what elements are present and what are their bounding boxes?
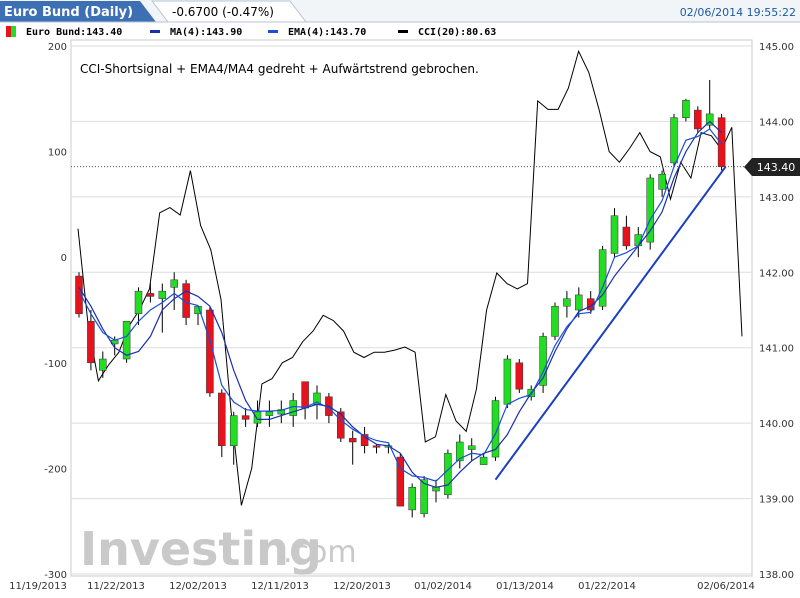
date-tick-label: 11/19/2013	[9, 581, 67, 592]
watermark-suffix: .com	[283, 535, 357, 570]
last-price-label: 143.40	[757, 161, 796, 174]
candle	[123, 321, 130, 362]
candle-body	[694, 110, 701, 129]
chart-title: Euro Bund (Daily)	[4, 5, 133, 20]
candle	[540, 333, 547, 393]
legend-candle-icon-up	[11, 26, 16, 37]
datetime-label: 02/06/2014 19:55:22	[680, 6, 796, 19]
price-tick-label: 141.00	[759, 344, 794, 355]
candle-body	[266, 412, 273, 416]
cci-tick-label: -100	[44, 359, 67, 370]
legend: Euro Bund:143.40 MA(4):143.90 EMA(4):143.7…	[6, 26, 496, 38]
date-tick-label: 12/02/2013	[169, 581, 227, 592]
candle	[599, 246, 606, 310]
candle-body	[623, 227, 630, 246]
candle-body	[349, 438, 356, 442]
candle-body	[242, 416, 249, 420]
date-tick-label: 12/20/2013	[333, 581, 391, 592]
candle-body	[147, 293, 154, 296]
date-tick-label: 01/02/2014	[414, 581, 472, 592]
candle-body	[218, 393, 225, 446]
date-tick-label: 02/06/2014	[697, 581, 755, 592]
date-axis: 11/19/2013 11/22/2013 12/02/2013 12/11/2013…	[9, 581, 755, 592]
candle-body	[480, 457, 487, 465]
candle-body	[290, 401, 297, 416]
candle-body	[337, 412, 344, 438]
cci-tick-label: 0	[61, 253, 67, 264]
candle-body	[682, 100, 689, 117]
legend-label: EMA(4):143.70	[288, 27, 366, 38]
candle-body	[302, 382, 309, 408]
candle	[611, 208, 618, 257]
cci-tick-label: 200	[48, 42, 67, 53]
legend-item: Euro Bund:143.40	[6, 26, 122, 38]
legend-label: MA(4):143.90	[170, 27, 242, 38]
candle-body	[444, 453, 451, 494]
candle-body	[575, 295, 582, 310]
price-tick-label: 139.00	[759, 495, 794, 506]
candle-body	[504, 359, 511, 404]
candle-body	[552, 306, 559, 336]
legend-candle-icon	[6, 26, 11, 37]
legend-item: EMA(4):143.70	[268, 27, 366, 38]
candle-body	[87, 321, 94, 362]
candle	[516, 359, 523, 393]
cci-tick-label: -200	[44, 464, 67, 475]
price-tick-label: 145.00	[759, 42, 794, 53]
candle-body	[135, 291, 142, 314]
candle-body	[659, 174, 666, 189]
price-change: -0.6700 (-0.47%)	[172, 5, 274, 19]
watermark: Investing .com	[80, 522, 357, 576]
candle	[552, 302, 559, 340]
candle-body	[230, 416, 237, 446]
date-tick-label: 01/22/2014	[578, 581, 636, 592]
date-tick-label: 11/22/2013	[87, 581, 145, 592]
candle-body	[671, 118, 678, 163]
legend-label: Euro Bund:143.40	[26, 27, 122, 38]
candle	[444, 450, 451, 499]
candle-body	[611, 216, 618, 254]
chart-annotation: CCI-Shortsignal + EMA4/MA4 gedreht + Auf…	[80, 62, 479, 76]
candle	[671, 114, 678, 167]
price-tick-label: 143.00	[759, 193, 794, 204]
price-axis: 145.00 144.00 143.00 142.00 141.00 140.00 139.…	[759, 42, 794, 581]
candle-body	[373, 446, 380, 448]
price-tick-label: 138.00	[759, 570, 794, 581]
last-price-badge: 143.40	[744, 158, 800, 176]
date-tick-label: 12/11/2013	[251, 581, 309, 592]
candle-body	[563, 299, 570, 307]
cci-tick-label: 100	[48, 148, 67, 159]
candle	[504, 355, 511, 408]
date-tick-label: 01/13/2014	[496, 581, 554, 592]
candle	[647, 174, 654, 249]
candle-body	[159, 291, 166, 299]
candle-body	[516, 363, 523, 389]
cci-axis: 200 100 0 -100 -200 -300	[44, 42, 67, 581]
candle	[718, 114, 725, 171]
candle-body	[718, 118, 725, 167]
price-tick-label: 142.00	[759, 268, 794, 279]
candle-body	[409, 487, 416, 510]
legend-label: CCI(20):80.63	[418, 27, 496, 38]
candle	[397, 453, 404, 506]
price-tick-label: 140.00	[759, 419, 794, 430]
candle-body	[647, 178, 654, 242]
candle-body	[171, 280, 178, 288]
legend-item: MA(4):143.90	[150, 27, 242, 38]
candle-body	[468, 446, 475, 450]
price-tick-label: 144.00	[759, 117, 794, 128]
candle-body	[254, 412, 261, 423]
legend-item: CCI(20):80.63	[398, 27, 496, 38]
candle-body	[99, 359, 106, 370]
candle	[694, 106, 701, 132]
cci-tick-label: -300	[44, 570, 67, 581]
candle	[421, 476, 428, 517]
